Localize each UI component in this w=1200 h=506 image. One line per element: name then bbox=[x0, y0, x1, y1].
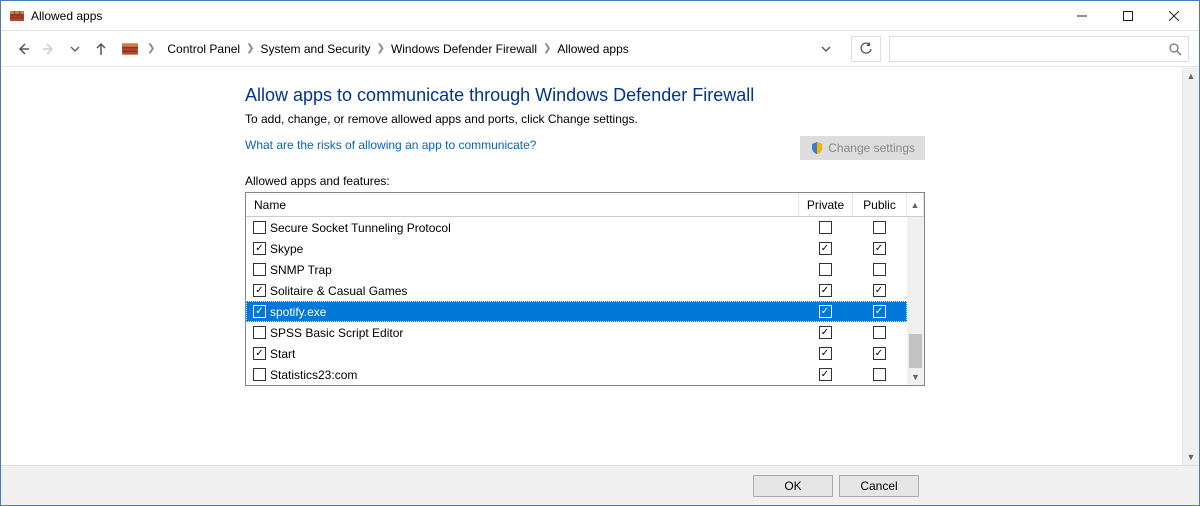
breadcrumb-item[interactable]: Windows Defender Firewall bbox=[387, 42, 541, 56]
content: Allow apps to communicate through Window… bbox=[1, 67, 1182, 465]
enable-checkbox[interactable]: ✓ bbox=[253, 242, 266, 255]
column-header-name[interactable]: Name bbox=[246, 193, 799, 216]
change-settings-label: Change settings bbox=[828, 141, 915, 155]
breadcrumb-item[interactable]: System and Security bbox=[257, 42, 375, 56]
search-icon[interactable] bbox=[1168, 42, 1182, 56]
body: Allow apps to communicate through Window… bbox=[1, 67, 1199, 465]
ok-label: OK bbox=[784, 479, 801, 493]
cancel-label: Cancel bbox=[860, 479, 897, 493]
scrollbar-thumb[interactable] bbox=[909, 334, 922, 368]
app-name: Skype bbox=[270, 242, 798, 256]
table-row[interactable]: ✓Start✓✓ bbox=[246, 343, 907, 364]
ok-button[interactable]: OK bbox=[753, 475, 833, 497]
enable-checkbox[interactable]: ✓ bbox=[253, 284, 266, 297]
table-row[interactable]: SNMP Trap bbox=[246, 259, 907, 280]
list-scrollbar[interactable]: ▼ bbox=[907, 217, 924, 385]
app-name: SPSS Basic Script Editor bbox=[270, 326, 798, 340]
breadcrumb-item[interactable]: Control Panel bbox=[163, 42, 244, 56]
chevron-right-icon: ❯ bbox=[244, 43, 256, 54]
scrollbar-track[interactable] bbox=[1183, 84, 1199, 448]
search-input[interactable] bbox=[896, 41, 1168, 57]
list-header: Name Private Public ▲ bbox=[246, 193, 924, 217]
scroll-up-button[interactable]: ▲ bbox=[907, 193, 924, 216]
page-heading: Allow apps to communicate through Window… bbox=[245, 85, 1182, 106]
scroll-up-button[interactable]: ▲ bbox=[1183, 67, 1199, 84]
list-rows: Secure Socket Tunneling Protocol✓Skype✓✓… bbox=[246, 217, 907, 385]
scroll-down-button[interactable]: ▼ bbox=[907, 368, 924, 385]
back-button[interactable] bbox=[11, 37, 35, 61]
app-name: Start bbox=[270, 347, 798, 361]
address-dropdown-button[interactable] bbox=[821, 44, 843, 54]
cancel-button[interactable]: Cancel bbox=[839, 475, 919, 497]
allowed-apps-list: Name Private Public ▲ Secure Socket Tunn… bbox=[245, 192, 925, 386]
app-name: spotify.exe bbox=[270, 305, 798, 319]
table-row[interactable]: ✓Solitaire & Casual Games✓✓ bbox=[246, 280, 907, 301]
private-checkbox[interactable]: ✓ bbox=[798, 284, 852, 297]
private-checkbox[interactable]: ✓ bbox=[798, 326, 852, 339]
public-checkbox[interactable] bbox=[852, 221, 906, 234]
chevron-right-icon: ❯ bbox=[541, 43, 553, 54]
list-label: Allowed apps and features: bbox=[245, 174, 1182, 188]
breadcrumb-item[interactable]: Allowed apps bbox=[553, 42, 632, 56]
window: Allowed apps ❯ Control Panel ❯ System an… bbox=[0, 0, 1200, 506]
table-row[interactable]: Statistics23:com✓ bbox=[246, 364, 907, 385]
navbar: ❯ Control Panel ❯ System and Security ❯ … bbox=[1, 31, 1199, 67]
table-row[interactable]: ✓spotify.exe✓✓ bbox=[246, 301, 907, 322]
private-checkbox[interactable]: ✓ bbox=[798, 347, 852, 360]
public-checkbox[interactable]: ✓ bbox=[852, 284, 906, 297]
app-name: Secure Socket Tunneling Protocol bbox=[270, 221, 798, 235]
footer: OK Cancel bbox=[1, 465, 1199, 505]
chevron-right-icon: ❯ bbox=[145, 43, 157, 54]
firewall-icon bbox=[9, 8, 25, 24]
enable-checkbox[interactable]: ✓ bbox=[253, 347, 266, 360]
app-name: Statistics23:com bbox=[270, 368, 798, 382]
public-checkbox[interactable] bbox=[852, 368, 906, 381]
titlebar: Allowed apps bbox=[1, 1, 1199, 31]
private-checkbox[interactable]: ✓ bbox=[798, 368, 852, 381]
risk-link[interactable]: What are the risks of allowing an app to… bbox=[245, 138, 536, 152]
window-scrollbar[interactable]: ▲ ▼ bbox=[1182, 67, 1199, 465]
private-checkbox[interactable]: ✓ bbox=[798, 305, 852, 318]
up-button[interactable] bbox=[89, 37, 113, 61]
column-header-public[interactable]: Public bbox=[853, 193, 907, 216]
breadcrumb[interactable]: Control Panel ❯ System and Security ❯ Wi… bbox=[159, 36, 817, 62]
public-checkbox[interactable]: ✓ bbox=[852, 305, 906, 318]
firewall-icon bbox=[121, 40, 139, 58]
public-checkbox[interactable]: ✓ bbox=[852, 242, 906, 255]
page-subtext: To add, change, or remove allowed apps a… bbox=[245, 112, 1182, 126]
column-header-private[interactable]: Private bbox=[799, 193, 853, 216]
chevron-right-icon: ❯ bbox=[375, 43, 387, 54]
refresh-button[interactable] bbox=[851, 36, 881, 62]
enable-checkbox[interactable]: ✓ bbox=[253, 305, 266, 318]
table-row[interactable]: Secure Socket Tunneling Protocol bbox=[246, 217, 907, 238]
private-checkbox[interactable] bbox=[798, 221, 852, 234]
enable-checkbox[interactable] bbox=[253, 326, 266, 339]
search-box[interactable] bbox=[889, 36, 1189, 62]
public-checkbox[interactable] bbox=[852, 263, 906, 276]
forward-button[interactable] bbox=[37, 37, 61, 61]
enable-checkbox[interactable] bbox=[253, 368, 266, 381]
window-title: Allowed apps bbox=[31, 9, 102, 23]
change-settings-button[interactable]: Change settings bbox=[800, 136, 925, 160]
enable-checkbox[interactable] bbox=[253, 221, 266, 234]
shield-icon bbox=[810, 141, 824, 155]
maximize-button[interactable] bbox=[1105, 1, 1151, 31]
table-row[interactable]: ✓Skype✓✓ bbox=[246, 238, 907, 259]
app-name: SNMP Trap bbox=[270, 263, 798, 277]
recent-locations-button[interactable] bbox=[63, 37, 87, 61]
public-checkbox[interactable] bbox=[852, 326, 906, 339]
enable-checkbox[interactable] bbox=[253, 263, 266, 276]
app-name: Solitaire & Casual Games bbox=[270, 284, 798, 298]
close-button[interactable] bbox=[1151, 1, 1197, 31]
table-row[interactable]: SPSS Basic Script Editor✓ bbox=[246, 322, 907, 343]
scroll-down-button[interactable]: ▼ bbox=[1183, 448, 1199, 465]
public-checkbox[interactable]: ✓ bbox=[852, 347, 906, 360]
minimize-button[interactable] bbox=[1059, 1, 1105, 31]
private-checkbox[interactable]: ✓ bbox=[798, 242, 852, 255]
private-checkbox[interactable] bbox=[798, 263, 852, 276]
